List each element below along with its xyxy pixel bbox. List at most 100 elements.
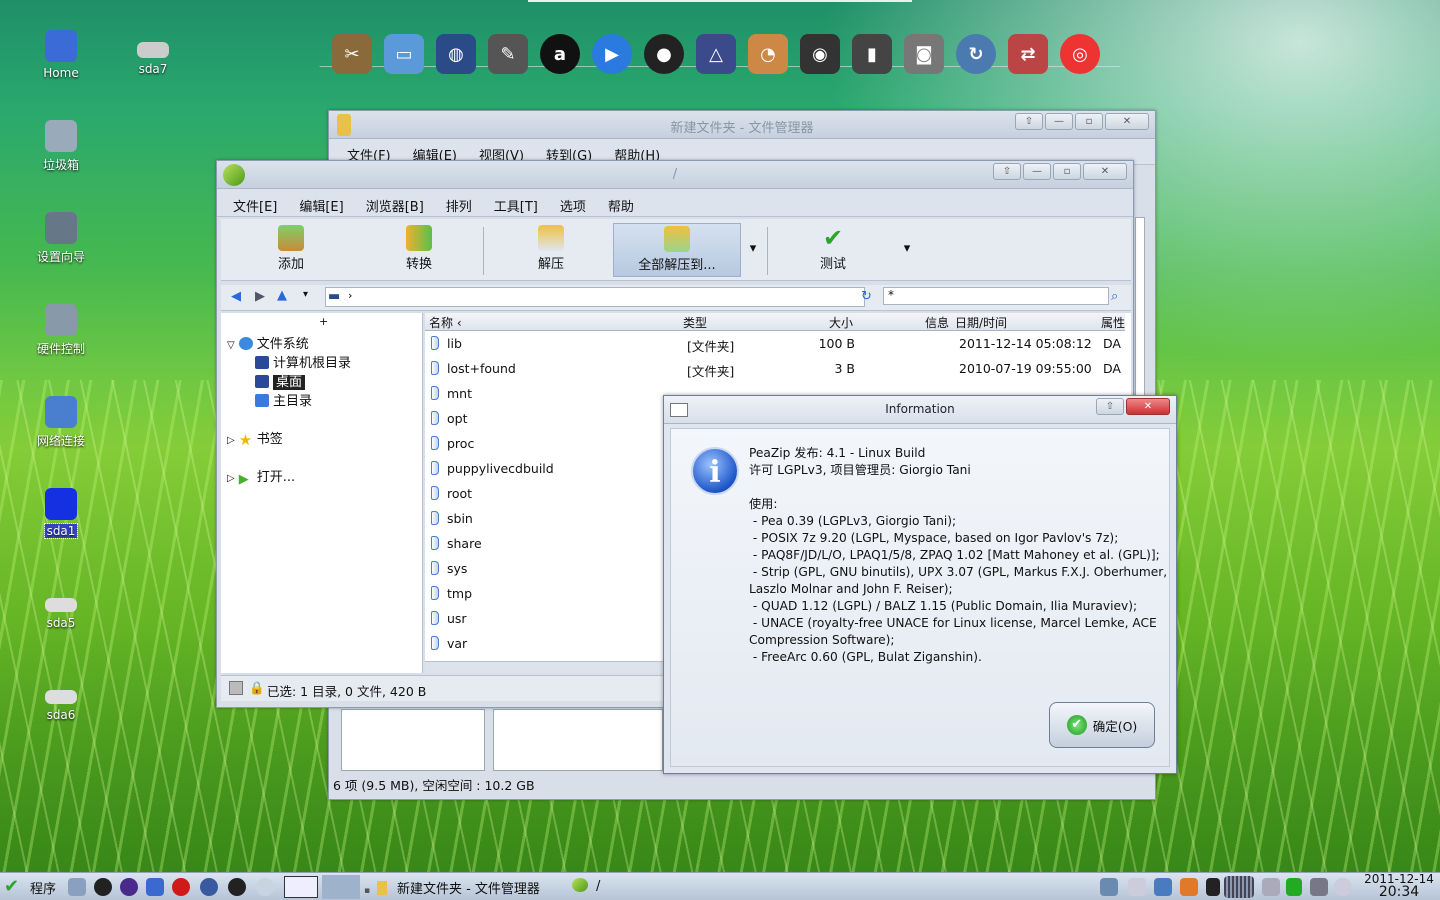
minimize-button[interactable]: — [1023, 163, 1051, 180]
menu-help[interactable]: 帮助 [608, 196, 634, 215]
path-input[interactable]: ▬ › [325, 287, 865, 307]
table-row[interactable]: lib [文件夹] 100 B 2011-12-14 05:08:12 DA [425, 333, 1125, 357]
menu-file[interactable]: 文件(F) [347, 145, 391, 164]
notepad-icon[interactable]: ✎ [488, 34, 528, 74]
menu-go[interactable]: 转到(G) [546, 145, 592, 164]
tools-icon[interactable]: ✂ [332, 34, 372, 74]
desktop-icon[interactable] [146, 878, 164, 896]
photo-camera-icon[interactable]: ◙ [904, 34, 944, 74]
start-menu-button[interactable]: 程序 [30, 878, 56, 897]
keyboard-tray-icon[interactable] [1262, 878, 1280, 896]
test-button[interactable]: ✔ 测试 [783, 223, 883, 277]
media-player-icon[interactable]: ▶ [592, 34, 632, 74]
file-manager-titlebar[interactable]: 新建文件夹 - 文件管理器 ⇧ — ▫ ✕ [329, 111, 1155, 139]
clock[interactable]: 2011-12-14 20:34 [1360, 873, 1438, 900]
file-item-tile[interactable] [341, 709, 485, 771]
desktop-icon-sda6[interactable]: sda6 [21, 684, 101, 722]
forward-arrow-icon[interactable]: ▶ [255, 289, 265, 304]
task-peazip[interactable]: / [572, 875, 600, 899]
back-arrow-icon[interactable]: ◀ [231, 289, 241, 304]
tree-item-home[interactable]: 主目录 [255, 390, 312, 409]
convert-button[interactable]: 转换 [369, 223, 469, 277]
close-button[interactable]: ✕ [1126, 398, 1170, 415]
network-status-icon[interactable] [1310, 878, 1328, 896]
usb-icon[interactable]: ▮ [852, 34, 892, 74]
tree-item-open[interactable]: ▷ ▶ 打开... [227, 466, 295, 486]
globe-icon[interactable] [200, 878, 218, 896]
search-icon[interactable]: ⌕ [1111, 289, 1118, 304]
desktop-icon-setup-wizard[interactable]: 设置向导 [21, 212, 101, 265]
menu-edit[interactable]: 编辑[E] [299, 196, 343, 215]
desktop-icon-sda5[interactable]: sda5 [21, 592, 101, 630]
shade-button[interactable]: ⇧ [1096, 398, 1124, 415]
menu-tools[interactable]: 工具[T] [494, 196, 538, 215]
monitor-icon[interactable]: ▭ [384, 34, 424, 74]
filter-input[interactable]: * [883, 287, 1109, 305]
column-size[interactable]: 大小 [829, 314, 853, 331]
maximize-button[interactable]: ▫ [1075, 113, 1103, 130]
tree-item-bookmarks[interactable]: ▷ ★ 书签 [227, 428, 283, 448]
device-tray-icon[interactable] [1128, 878, 1146, 896]
globe-icon[interactable]: ◍ [436, 34, 476, 74]
add-button[interactable]: 添加 [241, 223, 341, 277]
up-arrow-icon[interactable]: ▲ [277, 288, 287, 303]
minimize-button[interactable]: — [1045, 113, 1073, 130]
media-icon[interactable] [120, 878, 138, 896]
camera-app-icon[interactable]: ◉ [800, 34, 840, 74]
network-tray-icon[interactable] [1100, 878, 1118, 896]
dialog-titlebar[interactable]: Information ⇧ ✕ [664, 396, 1176, 424]
close-button[interactable]: ✕ [1083, 163, 1127, 180]
refresh-icon[interactable]: ↻ [956, 34, 996, 74]
horizontal-scrollbar[interactable] [425, 661, 665, 673]
menu-browser[interactable]: 浏览器[B] [366, 196, 424, 215]
column-type[interactable]: 类型 [683, 314, 707, 331]
volume-icon[interactable] [1334, 878, 1352, 896]
tree-item-root[interactable]: 计算机根目录 [255, 352, 351, 371]
history-dropdown-icon[interactable]: ▾ [303, 289, 308, 300]
tree-add-icon[interactable]: + [319, 315, 328, 328]
column-info[interactable]: 信息 [925, 314, 949, 331]
opera-icon[interactable] [172, 878, 190, 896]
menu-options[interactable]: 选项 [560, 196, 586, 215]
battery-tray-icon[interactable] [1286, 878, 1302, 896]
file-item-tile[interactable] [493, 709, 663, 771]
peazip-titlebar[interactable]: / ⇧ — ▫ ✕ [217, 161, 1133, 189]
menu-file[interactable]: 文件[E] [233, 196, 277, 215]
pager-workspace[interactable] [322, 875, 360, 899]
help-lifebuoy-icon[interactable]: ◎ [1060, 34, 1100, 74]
pager-workspace[interactable] [284, 876, 318, 898]
desktop-icon-network[interactable]: 网络连接 [21, 396, 101, 449]
qq-icon[interactable]: ● [644, 34, 684, 74]
extract-all-button[interactable]: 全部解压到... [613, 223, 741, 277]
close-button[interactable]: ✕ [1105, 113, 1149, 130]
menu-edit[interactable]: 编辑(E) [413, 145, 457, 164]
maximize-button[interactable]: ▫ [1053, 163, 1081, 180]
column-name[interactable]: 名称 ‹ [429, 314, 462, 331]
shade-button[interactable]: ⇧ [993, 163, 1021, 180]
presentation-icon[interactable]: ◔ [748, 34, 788, 74]
refresh-icon[interactable]: ↻ [861, 289, 872, 304]
graphics-icon[interactable]: △ [696, 34, 736, 74]
desktop-icon-sda7[interactable]: sda7 [113, 38, 193, 76]
extract-button[interactable]: 解压 [501, 223, 601, 277]
table-row[interactable]: lost+found [文件夹] 3 B 2010-07-19 09:55:00 DA [425, 358, 1125, 382]
desktop-icon-hardware[interactable]: 硬件控制 [21, 304, 101, 357]
shade-button[interactable]: ⇧ [1015, 113, 1043, 130]
tree-item-filesystem[interactable]: ▽ 文件系统 [227, 333, 309, 352]
qq-icon[interactable] [228, 878, 246, 896]
abiword-icon[interactable]: a [540, 34, 580, 74]
search-icon[interactable] [256, 878, 274, 896]
menu-help[interactable]: 帮助(H) [614, 145, 660, 164]
abiword-icon[interactable] [94, 878, 112, 896]
desktop-icon-home[interactable]: Home [21, 30, 101, 80]
menu-view[interactable]: 视图(V) [479, 145, 524, 164]
update-tray-icon[interactable] [1180, 878, 1198, 896]
desktop-icon-sda1[interactable]: sda1 [21, 488, 101, 539]
display-tray-icon[interactable] [1154, 878, 1172, 896]
menu-sort[interactable]: 排列 [446, 196, 472, 215]
ok-button[interactable]: ✔ 确定(O) [1049, 702, 1155, 748]
column-date[interactable]: 日期/时间 [955, 314, 1007, 331]
backup-icon[interactable]: ⇄ [1008, 34, 1048, 74]
desktop-icon-trash[interactable]: 垃圾箱 [21, 120, 101, 173]
tree-item-desktop[interactable]: 桌面 [255, 371, 306, 390]
